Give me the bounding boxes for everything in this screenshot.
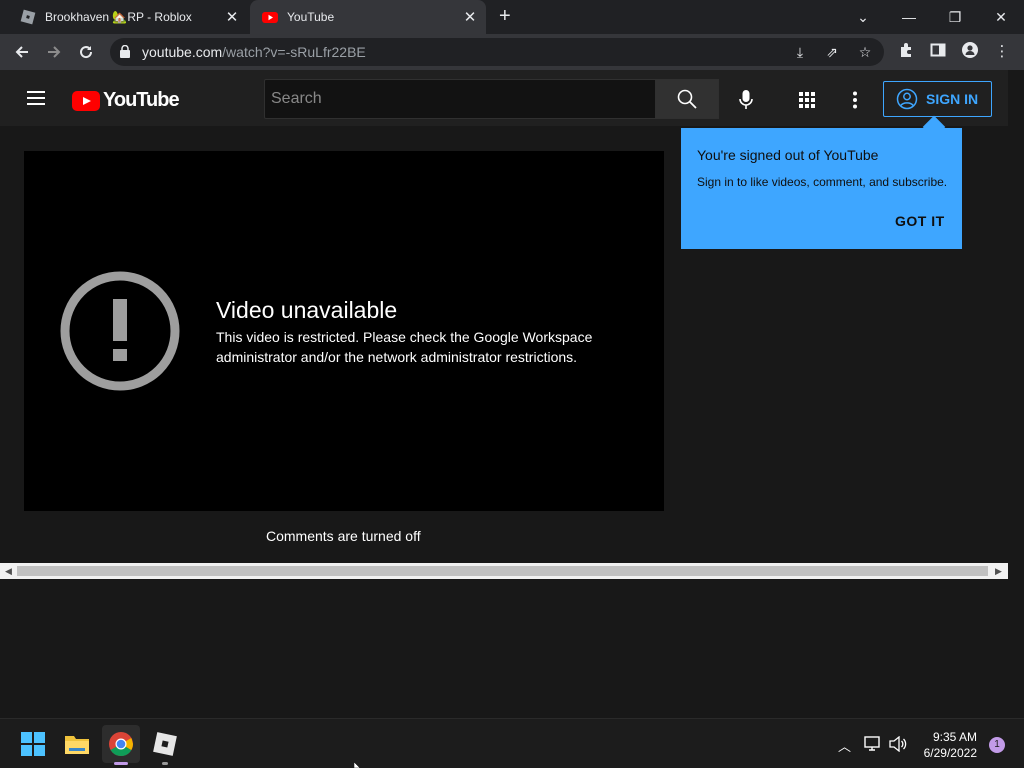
sign-in-label: SIGN IN [926, 91, 979, 107]
back-arrow-icon [15, 46, 28, 58]
restore-button[interactable]: ❐ [932, 0, 978, 34]
search-button[interactable] [655, 79, 719, 119]
network-icon[interactable] [864, 736, 882, 752]
tab-search-icon[interactable]: ⌄ [840, 0, 886, 34]
close-tab-icon[interactable]: ✕ [460, 8, 480, 26]
window-controls: ⌄ — ❐ ✕ [840, 0, 1024, 34]
file-explorer-icon[interactable] [64, 731, 90, 757]
bookmark-star-icon[interactable]: ☆ [856, 44, 874, 60]
windows-taskbar: ︿ 9:35 AM 6/29/2022 1 [0, 718, 1024, 768]
browser-toolbar: youtube.com/watch?v=-sRuLfr22BE ⤓ ⇗ ☆ ⋮ [0, 34, 1024, 70]
roblox-icon[interactable] [152, 731, 178, 757]
taskbar-clock[interactable]: 9:35 AM 6/29/2022 [924, 729, 977, 761]
apps-grid-button[interactable] [795, 88, 819, 112]
signed-out-tooltip: You're signed out of YouTube Sign in to … [681, 128, 962, 249]
settings-menu-button[interactable] [843, 88, 867, 112]
url-text[interactable]: youtube.com/watch?v=-sRuLfr22BE [142, 44, 366, 60]
profile-icon[interactable] [960, 42, 980, 62]
url-path: /watch?v=-sRuLfr22BE [222, 44, 366, 60]
search-icon [677, 89, 697, 109]
lock-icon [120, 45, 130, 58]
apps-grid-icon [799, 92, 815, 108]
youtube-header: YouTube SIGN IN [0, 70, 1008, 126]
url-host: youtube.com [142, 44, 223, 60]
browser-tab-strip: Brookhaven 🏡RP - Roblox ✕ YouTube ✕ + ⌄ … [0, 0, 1024, 34]
share-icon[interactable]: ⇗ [823, 44, 841, 60]
tooltip-title: You're signed out of YouTube [697, 147, 879, 163]
youtube-logo[interactable]: YouTube [72, 89, 180, 112]
install-app-icon[interactable]: ⤓ [791, 44, 809, 60]
scrollbar-thumb[interactable] [17, 566, 988, 576]
account-circle-icon [896, 88, 918, 110]
show-hidden-icons-chevron-icon[interactable]: ︿ [838, 736, 851, 755]
scroll-right-arrow-icon[interactable]: ▶ [995, 566, 1002, 577]
scroll-left-arrow-icon[interactable]: ◀ [5, 566, 12, 577]
windows-start-icon[interactable] [20, 731, 46, 757]
sign-in-button[interactable]: SIGN IN [883, 81, 992, 117]
volume-icon[interactable] [889, 736, 907, 752]
roblox-running-indicator [162, 762, 168, 765]
tab-title: Brookhaven 🏡RP - Roblox [45, 10, 192, 24]
chrome-running-indicator [114, 762, 128, 765]
video-player[interactable]: Video unavailable This video is restrict… [24, 151, 664, 511]
youtube-play-icon [72, 90, 100, 111]
error-exclamation-icon [60, 271, 180, 391]
back-button[interactable] [12, 42, 32, 62]
microphone-icon [739, 90, 753, 109]
horizontal-scrollbar[interactable]: ◀ ▶ [0, 563, 1008, 579]
search-input[interactable] [265, 80, 655, 118]
reload-icon [80, 46, 93, 59]
side-panel-icon[interactable] [928, 42, 948, 62]
new-tab-button[interactable]: + [499, 5, 511, 28]
notification-badge[interactable]: 1 [989, 737, 1005, 753]
youtube-logo-text: YouTube [103, 89, 180, 111]
roblox-favicon-icon [20, 9, 36, 25]
hamburger-menu-icon[interactable] [27, 91, 45, 105]
chrome-icon[interactable] [108, 731, 134, 757]
forward-arrow-icon [48, 46, 61, 58]
mouse-cursor-icon [354, 762, 361, 768]
chrome-menu-icon[interactable]: ⋮ [992, 42, 1012, 62]
tab-roblox[interactable]: Brookhaven 🏡RP - Roblox ✕ [8, 0, 248, 34]
error-title: Video unavailable [216, 297, 398, 323]
tab-youtube[interactable]: YouTube ✕ [250, 0, 486, 34]
minimize-button[interactable]: — [886, 0, 932, 34]
forward-button[interactable] [44, 42, 64, 62]
more-vert-icon [853, 91, 857, 109]
address-bar[interactable]: youtube.com/watch?v=-sRuLfr22BE ⤓ ⇗ ☆ [110, 38, 884, 66]
reload-button[interactable] [76, 42, 96, 62]
clock-time: 9:35 AM [932, 730, 977, 744]
got-it-button[interactable]: GOT IT [895, 213, 945, 229]
tooltip-body: Sign in to like videos, comment, and sub… [697, 175, 948, 189]
voice-search-button[interactable] [734, 88, 758, 112]
clock-date: 6/29/2022 [923, 746, 977, 760]
comments-status: Comments are turned off [266, 528, 421, 544]
tab-title: YouTube [287, 10, 335, 24]
close-tab-icon[interactable]: ✕ [222, 8, 242, 26]
youtube-favicon-icon [262, 12, 278, 23]
extensions-icon[interactable] [896, 42, 916, 62]
error-message: This video is restricted. Please check t… [216, 329, 593, 365]
search-box [264, 79, 656, 119]
close-window-button[interactable]: ✕ [978, 0, 1024, 34]
